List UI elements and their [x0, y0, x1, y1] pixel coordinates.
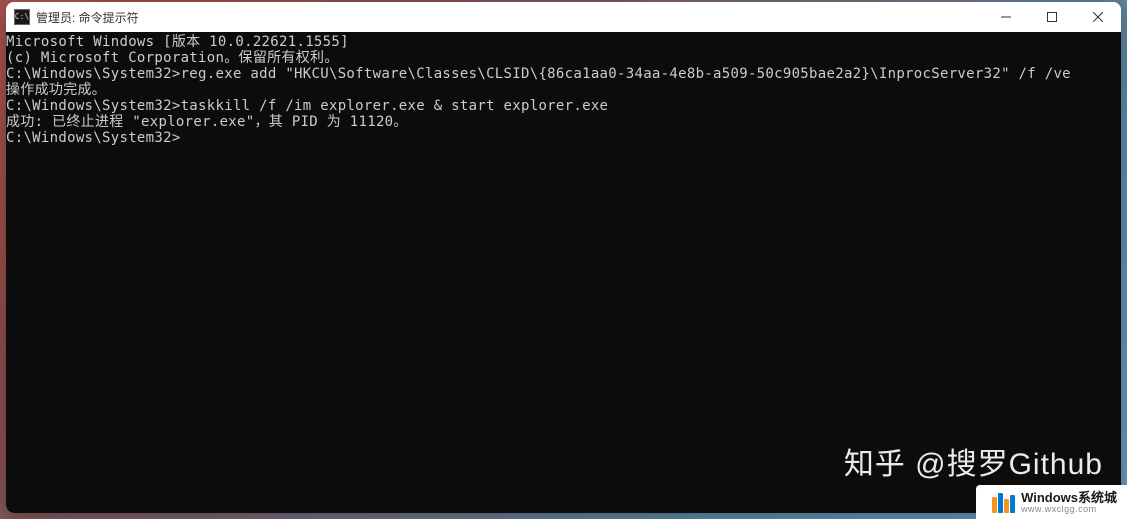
cmd-icon: C:\: [14, 9, 30, 25]
minimize-icon: [1001, 12, 1011, 22]
cmd-icon-label: C:\: [15, 13, 29, 21]
terminal-output[interactable]: Microsoft Windows [版本 10.0.22621.1555](c…: [6, 32, 1121, 513]
close-icon: [1093, 12, 1103, 22]
terminal-line: Microsoft Windows [版本 10.0.22621.1555]: [6, 34, 1121, 50]
cmd-window: C:\ 管理员: 命令提示符 Microsoft Windows [版本 10.…: [6, 2, 1121, 513]
maximize-icon: [1047, 12, 1057, 22]
titlebar[interactable]: C:\ 管理员: 命令提示符: [6, 2, 1121, 32]
terminal-line: C:\Windows\System32>: [6, 130, 1121, 146]
window-title: 管理员: 命令提示符: [36, 9, 139, 26]
terminal-line: C:\Windows\System32>taskkill /f /im expl…: [6, 98, 1121, 114]
terminal-line: (c) Microsoft Corporation。保留所有权利。: [6, 50, 1121, 66]
close-button[interactable]: [1075, 2, 1121, 32]
terminal-line: C:\Windows\System32>reg.exe add "HKCU\So…: [6, 66, 1121, 82]
terminal-line: 操作成功完成。: [6, 82, 1121, 98]
terminal-line: 成功: 已终止进程 "explorer.exe"，其 PID 为 11120。: [6, 114, 1121, 130]
maximize-button[interactable]: [1029, 2, 1075, 32]
minimize-button[interactable]: [983, 2, 1029, 32]
window-controls: [983, 2, 1121, 32]
